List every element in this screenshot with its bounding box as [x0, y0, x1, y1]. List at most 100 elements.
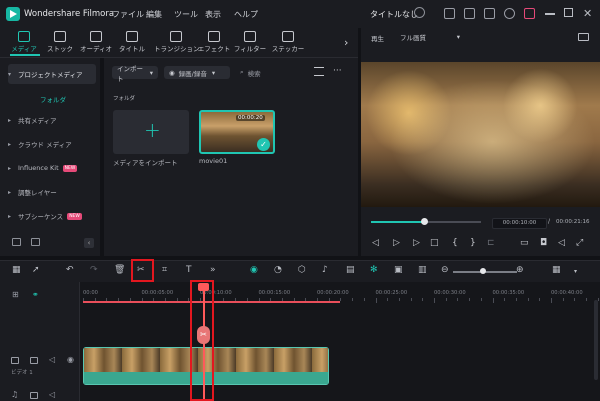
- play-icon[interactable]: ▷: [393, 238, 400, 248]
- close-icon[interactable]: ✕: [583, 7, 592, 20]
- ruler-tick: [434, 298, 435, 303]
- sidebar-item-cloud-media[interactable]: ▸ クラウド メディア: [8, 134, 96, 154]
- video-track-icon: [11, 357, 19, 364]
- total-time: 00:00:21:16: [556, 219, 590, 225]
- tab-titles[interactable]: タイトル: [114, 30, 150, 53]
- volume-icon[interactable]: ◁: [558, 238, 565, 248]
- sidebar-item-subsequence[interactable]: ▸ サブシーケンス NEW: [8, 206, 96, 226]
- speaker-icon[interactable]: ◁: [49, 355, 55, 364]
- snapshot-icon[interactable]: [578, 33, 589, 41]
- monitor-icon[interactable]: ▭: [520, 238, 529, 248]
- text-tool-icon[interactable]: T: [186, 265, 192, 275]
- camera-icon[interactable]: ◘: [540, 238, 547, 248]
- sidebar-item-adjustment-layer[interactable]: ▸ 調整レイヤー: [8, 182, 96, 202]
- delete-icon[interactable]: 🗑: [114, 265, 125, 275]
- ruler-tick: [480, 298, 482, 301]
- quality-dropdown[interactable]: フル画質 ▾: [397, 31, 463, 43]
- subtitle-icon[interactable]: ▤: [346, 265, 355, 275]
- crop-icon[interactable]: ⌗: [162, 265, 167, 275]
- chevron-right-icon[interactable]: ›: [344, 36, 348, 49]
- layout-icon[interactable]: [444, 8, 455, 19]
- support-icon[interactable]: [504, 8, 515, 19]
- record-dropdown[interactable]: ◉ 録画/録音 ▾: [164, 66, 230, 79]
- mark-out-icon[interactable]: }: [470, 238, 476, 248]
- import-dropdown[interactable]: インポート ▾: [112, 65, 158, 83]
- folder-heading: フォルダ: [113, 96, 136, 102]
- ruler-tick-label: 00:00:30:00: [434, 290, 466, 296]
- microphone-icon[interactable]: ♪: [322, 265, 328, 275]
- tab-stock[interactable]: ストック: [42, 30, 78, 53]
- ruler-tick: [363, 298, 365, 301]
- more-options-icon[interactable]: ···: [333, 66, 342, 76]
- document-title: タイトルなし: [370, 10, 418, 19]
- import-media-label: メディアをインポート: [113, 159, 178, 167]
- sidebar-item-folder[interactable]: フォルダ: [40, 94, 66, 104]
- tab-media[interactable]: メディア: [6, 30, 42, 53]
- tab-effects[interactable]: エフェクト: [196, 30, 232, 53]
- chevron-down-icon[interactable]: ▾: [574, 268, 577, 275]
- render-icon[interactable]: ◉: [250, 265, 258, 275]
- search-input[interactable]: ⌕ 検索: [240, 66, 300, 79]
- chevron-right-icon: ▸: [8, 116, 12, 124]
- active-tab-indicator: [10, 54, 40, 56]
- menu-file[interactable]: ファイル: [112, 9, 144, 20]
- tab-filters[interactable]: フィルター: [232, 30, 268, 53]
- split-scissors-icon[interactable]: ✂: [197, 326, 210, 344]
- tab-stickers[interactable]: ステッカー: [270, 30, 306, 53]
- link-icon[interactable]: ⚭: [32, 290, 39, 299]
- vertical-scrollbar[interactable]: [594, 300, 598, 380]
- collapse-sidebar-button[interactable]: ‹: [84, 238, 94, 248]
- zoom-in-icon[interactable]: ⊕: [516, 265, 524, 275]
- zoom-out-icon[interactable]: ⊖: [441, 265, 449, 275]
- minimize-icon[interactable]: [545, 13, 555, 15]
- undo-icon[interactable]: ↶: [66, 265, 74, 275]
- prev-frame-icon[interactable]: ◁: [372, 238, 379, 248]
- insert-icon[interactable]: ⊏: [487, 238, 495, 248]
- menu-edit[interactable]: 編集: [146, 9, 162, 20]
- split-button-highlight: [131, 259, 154, 282]
- cloud-icon[interactable]: [484, 8, 495, 19]
- ai-tools-icon[interactable]: ✻: [370, 265, 378, 275]
- speed-icon[interactable]: ◔: [274, 265, 282, 275]
- layout-grid-icon[interactable]: ▦: [552, 265, 561, 275]
- new-folder-icon[interactable]: [12, 238, 21, 246]
- scrubber-handle[interactable]: [420, 218, 428, 225]
- ruler-tick: [340, 298, 342, 301]
- pip-icon[interactable]: ▥: [418, 265, 427, 275]
- menu-view[interactable]: 表示: [205, 9, 221, 20]
- grid-icon[interactable]: ▦: [12, 265, 21, 275]
- filter-sort-icon[interactable]: [314, 67, 324, 76]
- eye-icon[interactable]: ◉: [67, 355, 74, 364]
- folder-icon[interactable]: [31, 238, 40, 246]
- chevron-down-icon: ▾: [211, 68, 216, 77]
- snapshot-tool-icon[interactable]: ▣: [394, 265, 403, 275]
- redo-icon[interactable]: ↷: [90, 265, 98, 275]
- sidebar-item-influence-kit[interactable]: ▸ Influence Kit NEW: [8, 158, 96, 178]
- search-icon: ⌕: [240, 68, 244, 76]
- save-icon[interactable]: [464, 8, 475, 19]
- add-track-icon[interactable]: ⊞: [12, 290, 19, 299]
- ruler-tick: [422, 298, 424, 301]
- menu-tools[interactable]: ツール: [174, 9, 198, 20]
- player-tab[interactable]: 再生: [371, 33, 384, 43]
- cart-icon[interactable]: [524, 8, 535, 19]
- tab-audio[interactable]: オーディオ: [78, 30, 114, 53]
- folder-icon[interactable]: [30, 392, 38, 399]
- tab-transitions[interactable]: トランジション: [154, 30, 200, 53]
- sidebar-item-shared-media[interactable]: ▸ 共有メディア: [8, 110, 96, 130]
- speaker-icon[interactable]: ◁: [49, 390, 55, 399]
- marker-icon[interactable]: ⬡: [298, 265, 306, 275]
- more-tools-icon[interactable]: »: [210, 265, 216, 275]
- stop-icon[interactable]: □: [430, 238, 439, 248]
- sidebar-item-project-media[interactable]: ▾ プロジェクトメディア: [8, 64, 96, 84]
- fullscreen-icon[interactable]: ⤢: [576, 238, 583, 248]
- maximize-icon[interactable]: [564, 8, 573, 17]
- mark-in-icon[interactable]: {: [452, 238, 458, 248]
- next-frame-icon[interactable]: ▷: [413, 238, 420, 248]
- select-tool-icon[interactable]: ➚: [32, 265, 40, 275]
- ruler-tick: [492, 298, 494, 303]
- folder-icon[interactable]: [30, 357, 38, 364]
- ruler-tick: [387, 298, 389, 301]
- clip-name: movie01: [199, 157, 228, 165]
- menu-help[interactable]: ヘルプ: [234, 9, 258, 20]
